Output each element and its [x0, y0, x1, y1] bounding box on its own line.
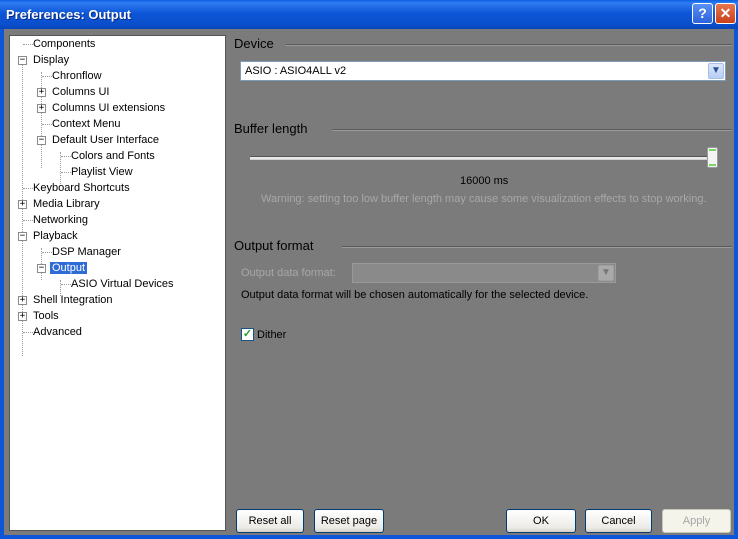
tree-item-columns-ui-extensions[interactable]: Columns UI extensions	[50, 101, 167, 116]
dither-checkbox[interactable]: ✓	[241, 328, 254, 341]
expand-tools-icon[interactable]: +	[18, 312, 27, 321]
tree-item-label: Output	[48, 261, 89, 275]
tree-item-playlist-view[interactable]: Playlist View	[69, 165, 135, 180]
tree-item-label: Chronflow	[52, 70, 102, 82]
collapse-output-icon[interactable]: −	[37, 264, 46, 273]
chevron-down-icon: ▼	[598, 265, 614, 281]
device-heading: Device	[234, 36, 274, 51]
tree-item-label: Display	[33, 54, 70, 66]
device-select-value: ASIO : ASIO4ALL v2	[245, 65, 347, 77]
buffer-length-slider-thumb[interactable]	[707, 147, 718, 168]
tree-item-label: Default User Interface	[52, 134, 159, 146]
tree-item-label: ASIO Virtual Devices	[71, 278, 174, 290]
tree-item-asio-virtual-devices[interactable]: ASIO Virtual Devices	[69, 277, 176, 292]
tree-item-keyboard-shortcuts[interactable]: Keyboard Shortcuts	[31, 181, 132, 196]
tree-item-playback[interactable]: Playback	[31, 229, 80, 244]
close-button[interactable]: ✕	[715, 3, 736, 24]
tree-item-label: Playback	[33, 230, 78, 242]
tree-item-shell-integration[interactable]: Shell Integration	[31, 293, 115, 308]
tree-item-colors-fonts[interactable]: Colors and Fonts	[69, 149, 157, 164]
tree-item-label: Playlist View	[71, 166, 133, 178]
reset-page-button[interactable]: Reset page	[314, 509, 384, 533]
tree-item-label: Keyboard Shortcuts	[33, 182, 130, 194]
tree-item-label: Media Library	[33, 198, 100, 210]
tree-item-label: Tools	[33, 310, 59, 322]
tree-item-label: Advanced	[33, 326, 82, 338]
output-format-heading: Output format	[234, 238, 314, 253]
reset-all-button[interactable]: Reset all	[236, 509, 304, 533]
window-frame-bottom	[0, 535, 738, 539]
expand-columns-ui-icon[interactable]: +	[37, 88, 46, 97]
expand-shell-integration-icon[interactable]: +	[18, 296, 27, 305]
tree-item-label: Columns UI	[52, 86, 110, 98]
buffer-warning-text: Warning: setting too low buffer length m…	[261, 193, 707, 205]
device-select[interactable]: ASIO : ASIO4ALL v2 ▼	[240, 61, 726, 81]
tree-item-networking[interactable]: Networking	[31, 213, 90, 228]
tree-item-dsp-manager[interactable]: DSP Manager	[50, 245, 123, 260]
tree-item-context-menu[interactable]: Context Menu	[50, 117, 122, 132]
tree-item-label: Shell Integration	[33, 294, 113, 306]
tree-item-columns-ui[interactable]: Columns UI	[50, 85, 111, 100]
dither-label[interactable]: Dither	[257, 329, 286, 341]
title-bar: Preferences: Output ? ✕	[0, 0, 738, 29]
expand-media-library-icon[interactable]: +	[18, 200, 27, 209]
output-format-note: Output data format will be chosen automa…	[241, 289, 589, 301]
collapse-display-icon[interactable]: −	[18, 56, 27, 65]
buffer-length-value: 16000 ms	[460, 175, 509, 187]
help-button[interactable]: ?	[692, 3, 713, 24]
tree-item-default-ui[interactable]: Default User Interface	[50, 133, 161, 148]
preferences-tree[interactable]: − + + − + − − + + Components Display Chr…	[9, 35, 226, 531]
tree-item-output[interactable]: Output	[48, 261, 89, 276]
tree-item-label: Networking	[33, 214, 89, 226]
output-data-format-label: Output data format:	[241, 267, 336, 279]
tree-item-label: Context Menu	[52, 118, 121, 130]
tree-item-chronflow[interactable]: Chronflow	[50, 69, 104, 84]
tree-item-label: Columns UI extensions	[52, 102, 166, 114]
tree-item-label: Colors and Fonts	[71, 150, 155, 162]
window-frame-right	[734, 29, 738, 539]
section-divider	[342, 246, 732, 248]
section-divider	[286, 44, 732, 46]
tree-item-advanced[interactable]: Advanced	[31, 325, 84, 340]
collapse-playback-icon[interactable]: −	[18, 232, 27, 241]
apply-button: Apply	[662, 509, 731, 533]
output-data-format-select: ▼	[352, 263, 616, 283]
tree-item-label: Components	[33, 38, 96, 50]
close-icon: ✕	[719, 5, 732, 21]
tree-item-tools[interactable]: Tools	[31, 309, 61, 324]
tree-item-media-library[interactable]: Media Library	[31, 197, 102, 212]
collapse-default-ui-icon[interactable]: −	[37, 136, 46, 145]
tree-item-display[interactable]: Display	[31, 53, 71, 68]
ok-button[interactable]: OK	[506, 509, 576, 533]
chevron-down-icon[interactable]: ▼	[708, 63, 724, 79]
tree-item-label: DSP Manager	[52, 246, 121, 258]
window-title: Preferences: Output	[6, 7, 131, 22]
section-divider	[332, 129, 732, 131]
tree-item-components[interactable]: Components	[31, 37, 97, 52]
expand-columns-ui-ext-icon[interactable]: +	[37, 104, 46, 113]
help-icon: ?	[698, 5, 707, 21]
buffer-length-slider-track[interactable]	[250, 156, 714, 160]
buffer-length-heading: Buffer length	[234, 121, 308, 136]
cancel-button[interactable]: Cancel	[585, 509, 652, 533]
